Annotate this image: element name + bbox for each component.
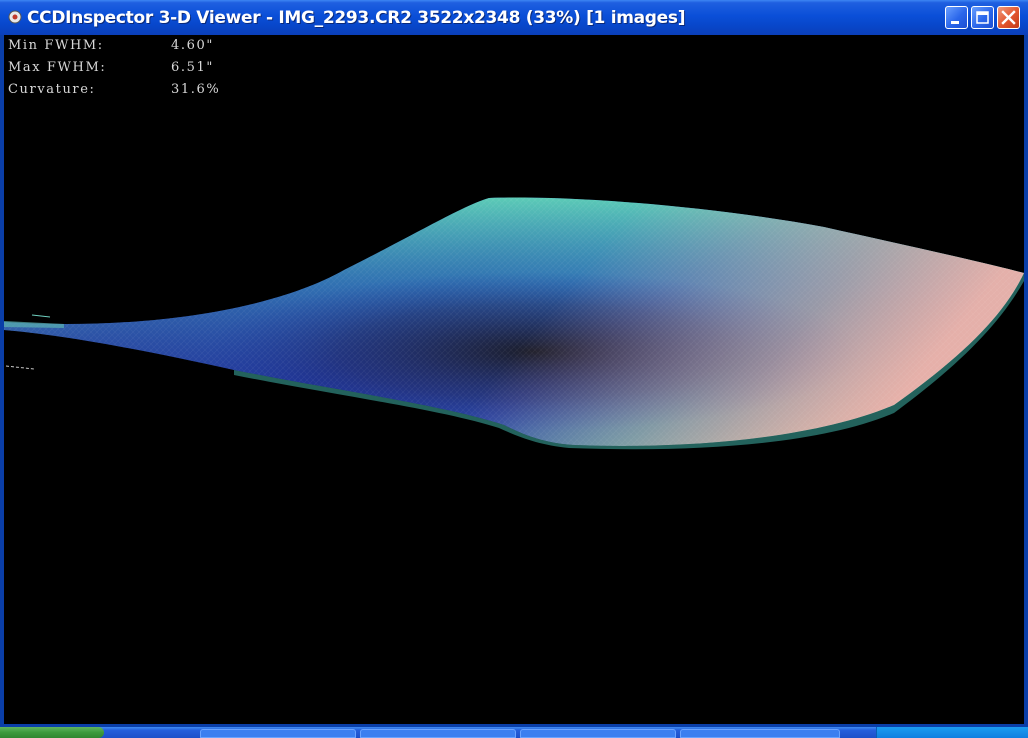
axis-stub-y: [31, 314, 51, 318]
minimize-button[interactable]: [945, 6, 968, 29]
maximize-button[interactable]: [971, 6, 994, 29]
close-icon: [1001, 10, 1016, 25]
ccdinspector-app-icon: [8, 10, 22, 24]
taskbar-item[interactable]: [360, 729, 516, 738]
title-bar[interactable]: CCDInspector 3-D Viewer - IMG_2293.CR2 3…: [0, 0, 1028, 35]
fwhm-surface-plot[interactable]: [4, 35, 1024, 724]
taskbar-item[interactable]: [680, 729, 840, 738]
curvature-label: Curvature:: [8, 82, 96, 97]
start-button[interactable]: [0, 727, 104, 738]
taskbar-item[interactable]: [200, 729, 356, 738]
ccdinspector-window: CCDInspector 3-D Viewer - IMG_2293.CR2 3…: [0, 0, 1028, 727]
window-title: CCDInspector 3-D Viewer - IMG_2293.CR2 3…: [27, 8, 686, 28]
close-button[interactable]: [997, 6, 1020, 29]
system-tray[interactable]: [876, 727, 1028, 738]
minimize-icon: [951, 21, 959, 24]
curvature-value: 31.6%: [171, 82, 221, 97]
taskbar: [0, 727, 1028, 738]
min-fwhm-label: Min FWHM:: [8, 38, 104, 53]
axis-stub-x: [5, 365, 35, 370]
min-fwhm-value: 4.60": [171, 38, 214, 53]
surface-left-tail: [4, 321, 64, 328]
surface-mesh-overlay: [4, 197, 1024, 446]
max-fwhm-label: Max FWHM:: [8, 60, 107, 75]
taskbar-item[interactable]: [520, 729, 676, 738]
viewer-canvas[interactable]: Min FWHM: 4.60" Max FWHM: 6.51" Curvatur…: [4, 35, 1024, 724]
max-fwhm-value: 6.51": [171, 60, 214, 75]
maximize-icon: [976, 11, 989, 24]
